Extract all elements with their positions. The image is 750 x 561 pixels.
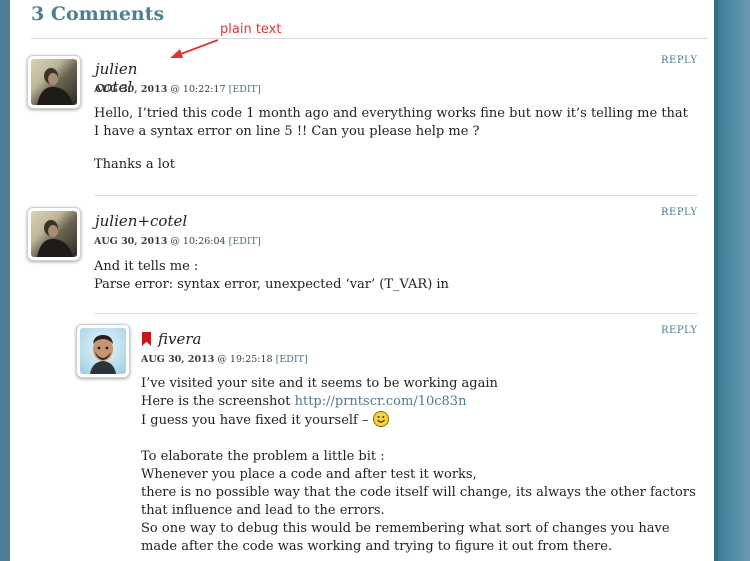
comment-line: I’ve visited your site and it seems to b… (141, 376, 498, 391)
smiley-icon (372, 411, 389, 427)
line-text: I guess you have fixed it yourself – (141, 413, 373, 428)
comment-divider (94, 313, 698, 314)
comment-line: Here is the screenshot http://prntscr.co… (141, 393, 703, 411)
annotation-label: plain text (220, 22, 282, 37)
comment-date: AUG 30, 2013 (94, 236, 168, 247)
page-background-right (718, 0, 750, 561)
comment-body: Hello, I’tried this code 1 month ago and… (94, 105, 694, 174)
comment-line: there is no possible way that the code i… (141, 485, 696, 518)
reply-button[interactable]: REPLY (661, 325, 698, 336)
comment-author[interactable]: fivera (158, 330, 201, 348)
comment-line: I guess you have fixed it yourself – (141, 411, 703, 430)
comment-time: @ 10:22:17 (170, 84, 226, 95)
comment-body: I’ve visited your site and it seems to b… (141, 375, 703, 556)
comment-line: Parse error: syntax error, unexpected ‘v… (94, 277, 449, 292)
comment-line: Whenever you place a code and after test… (141, 467, 477, 482)
avatar (76, 324, 130, 378)
screenshot-link[interactable]: http://prntscr.com/10c83n (295, 394, 467, 409)
comment-paragraph: Thanks a lot (94, 157, 175, 172)
heading-divider (31, 38, 708, 39)
bookmark-icon (142, 332, 151, 346)
comment-meta: AUG 30, 2013 @ 10:22:17 [EDIT] (94, 84, 261, 95)
comment-paragraph: Hello, I’tried this code 1 month ago and… (94, 106, 688, 139)
link-prefix: Here is the screenshot (141, 394, 295, 409)
comment-date: AUG 30, 2013 (141, 354, 215, 365)
reply-button[interactable]: REPLY (661, 207, 698, 218)
comment-meta: AUG 30, 2013 @ 10:26:04 [EDIT] (94, 236, 261, 247)
comment-meta: AUG 30, 2013 @ 19:25:18 [EDIT] (141, 354, 308, 365)
page-background-left (0, 0, 10, 561)
comment-author[interactable]: julien+cotel (95, 212, 187, 230)
edit-link[interactable]: [EDIT] (276, 354, 308, 365)
comment-divider (94, 195, 698, 196)
comment-body: And it tells me : Parse error: syntax er… (94, 258, 694, 294)
comment-line: And it tells me : (94, 259, 199, 274)
comments-panel: 3 Comments plain text julien cotel AUG 3… (10, 0, 718, 561)
avatar (27, 55, 81, 109)
comment-line: To elaborate the problem a little bit : (141, 449, 385, 464)
comments-heading: 3 Comments (31, 3, 165, 25)
comment-date: AUG 30, 2013 (94, 84, 168, 95)
comment-time: @ 19:25:18 (217, 354, 273, 365)
edit-link[interactable]: [EDIT] (229, 84, 261, 95)
reply-button[interactable]: REPLY (661, 55, 698, 66)
avatar (27, 207, 81, 261)
edit-link[interactable]: [EDIT] (229, 236, 261, 247)
comment-time: @ 10:26:04 (170, 236, 226, 247)
comment-line: So one way to debug this would be rememb… (141, 521, 670, 554)
